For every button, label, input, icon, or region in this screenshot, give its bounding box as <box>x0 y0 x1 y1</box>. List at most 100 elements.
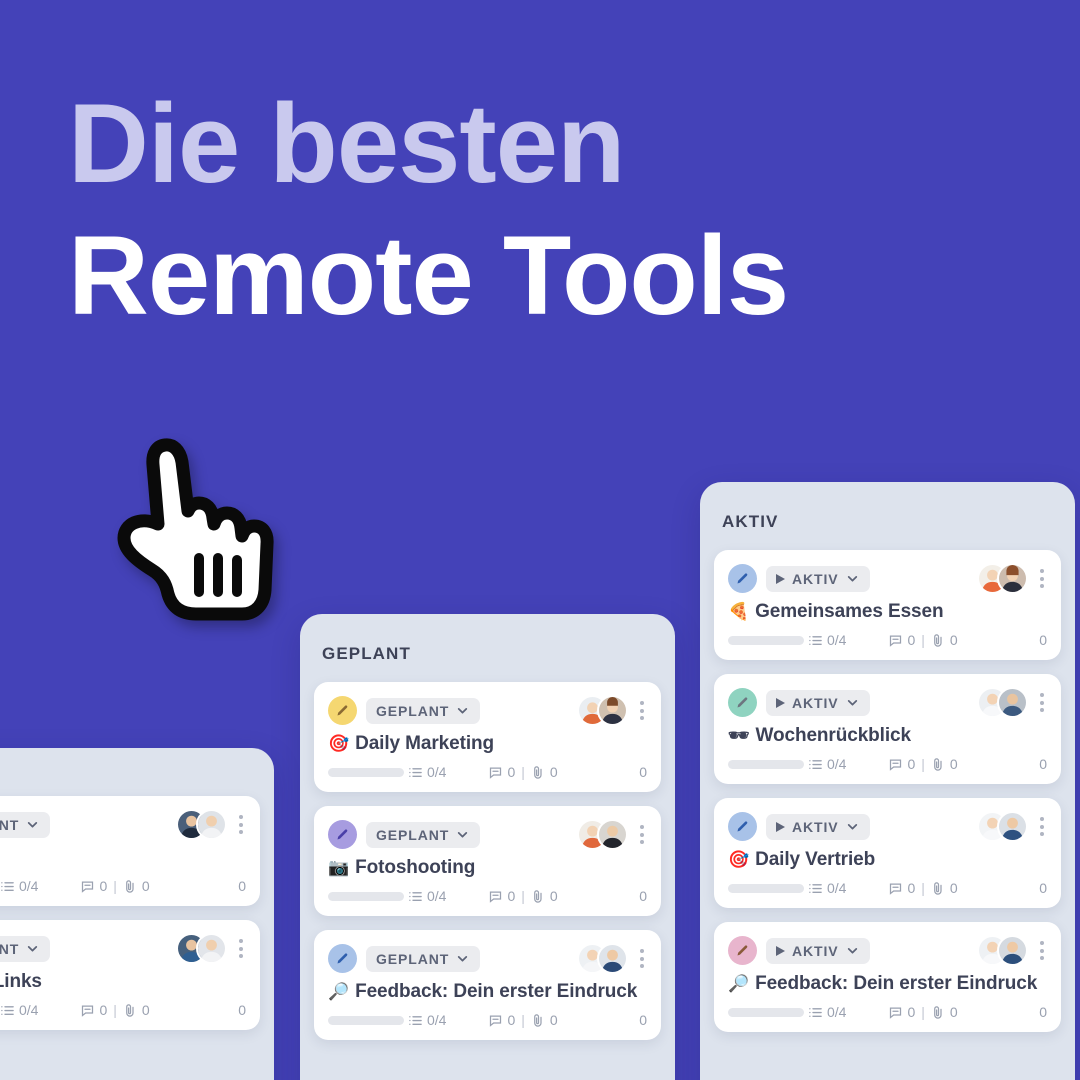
comment-meta: 0 <box>888 756 915 772</box>
link-meta: 0 <box>233 878 255 913</box>
more-options-icon[interactable] <box>637 823 647 846</box>
avatar[interactable] <box>997 811 1028 842</box>
more-options-icon[interactable] <box>1037 939 1047 962</box>
meta-separator: | <box>521 1012 525 1028</box>
card-header-right <box>977 811 1047 842</box>
status-badge[interactable]: GEPLANT <box>366 945 481 972</box>
task-card[interactable]: GEPLANT <box>314 806 661 923</box>
progress-bar <box>328 891 404 901</box>
attachment-count: 0 <box>549 764 558 780</box>
avatar[interactable] <box>997 687 1028 718</box>
checklist-meta: 0/4 <box>0 1002 38 1018</box>
status-label: AKTIV <box>792 570 839 587</box>
link-meta: 0 <box>1034 756 1056 791</box>
card-stack-aktiv: AKTIV 🍕 Gemeinsames Essen 0/4 0 | 0 0 AK… <box>700 532 1075 1060</box>
status-label: PLANT <box>0 940 20 957</box>
headline-line-2: Remote Tools <box>68 213 789 339</box>
more-options-icon[interactable] <box>637 947 647 970</box>
attachment-count: 0 <box>949 880 958 896</box>
checklist-count: 0/4 <box>827 880 847 896</box>
task-card[interactable]: GEPLANT <box>314 682 661 799</box>
assignee-avatars[interactable] <box>176 809 227 840</box>
comment-attachment-meta: 0 | 0 <box>488 764 558 780</box>
assignee-avatars[interactable] <box>577 819 628 850</box>
checklist-icon <box>408 765 423 780</box>
comment-meta: 0 <box>80 878 107 894</box>
status-label: GEPLANT <box>376 950 450 967</box>
avatar[interactable] <box>597 695 628 726</box>
status-badge[interactable]: GEPLANT <box>366 697 481 724</box>
comment-icon <box>80 879 95 894</box>
chevron-down-icon[interactable] <box>456 952 469 965</box>
paperclip-icon <box>931 881 946 896</box>
assignee-avatars[interactable] <box>577 943 628 974</box>
card-title-text: Gemeinsames Essen <box>755 601 944 622</box>
chevron-down-icon[interactable] <box>456 828 469 841</box>
pencil-icon[interactable] <box>328 820 357 849</box>
pencil-icon[interactable] <box>328 696 357 725</box>
comment-meta: 0 <box>488 764 515 780</box>
column-title-left <box>0 748 274 778</box>
link-count: 0 <box>238 1002 246 1018</box>
chevron-down-icon[interactable] <box>846 944 859 957</box>
chevron-down-icon[interactable] <box>846 820 859 833</box>
status-badge[interactable]: GEPLANT <box>366 821 481 848</box>
pencil-icon[interactable] <box>728 564 757 593</box>
more-options-icon[interactable] <box>1037 815 1047 838</box>
assignee-avatars[interactable] <box>977 563 1028 594</box>
card-emoji: 🔎 <box>328 982 350 1001</box>
board-column-aktiv[interactable]: AKTIV AKTIV 🍕 Gemeinsames Essen 0/4 0 | … <box>700 482 1075 1080</box>
attachment-meta: 0 <box>123 878 150 894</box>
card-header-right <box>577 819 647 850</box>
status-badge[interactable]: PLANT <box>0 811 51 838</box>
column-title-aktiv: AKTIV <box>722 512 779 531</box>
comment-attachment-meta: 0 | 0 <box>888 632 958 648</box>
task-card[interactable]: GEPLANT <box>314 930 661 1047</box>
more-options-icon[interactable] <box>1037 567 1047 590</box>
card-emoji: 🍕 <box>728 602 750 621</box>
status-badge[interactable]: AKTIV <box>766 813 870 840</box>
avatar[interactable] <box>196 933 227 964</box>
task-card[interactable]: AKTIV <box>714 798 1061 915</box>
status-badge[interactable]: AKTIV <box>766 937 870 964</box>
avatar[interactable] <box>997 563 1028 594</box>
more-options-icon[interactable] <box>236 937 246 960</box>
avatar[interactable] <box>597 943 628 974</box>
pencil-icon[interactable] <box>328 944 357 973</box>
chevron-down-icon[interactable] <box>26 818 39 831</box>
more-options-icon[interactable] <box>637 699 647 722</box>
chevron-down-icon[interactable] <box>846 572 859 585</box>
assignee-avatars[interactable] <box>977 935 1028 966</box>
more-options-icon[interactable] <box>236 813 246 836</box>
chevron-down-icon[interactable] <box>846 696 859 709</box>
task-card[interactable]: AKTIV <box>714 922 1061 1039</box>
card-footer: 0/4 0 | 0 0 <box>728 880 1056 915</box>
comment-icon <box>888 757 903 772</box>
assignee-avatars[interactable] <box>977 687 1028 718</box>
card-title: 📷 Fotoshooting <box>328 857 647 879</box>
assignee-avatars[interactable] <box>577 695 628 726</box>
link-count: 0 <box>238 878 246 894</box>
pencil-icon[interactable] <box>728 936 757 965</box>
status-badge[interactable]: AKTIV <box>766 689 870 716</box>
board-column-geplant[interactable]: GEPLANT GEPLANT 🎯 Daily Marketing 0/4 0 … <box>300 614 675 1080</box>
chevron-down-icon[interactable] <box>26 942 39 955</box>
task-card[interactable]: PLANT <box>0 920 260 1037</box>
avatar[interactable] <box>597 819 628 850</box>
avatar[interactable] <box>997 935 1028 966</box>
status-badge[interactable]: PLANT <box>0 935 51 962</box>
pencil-icon[interactable] <box>728 812 757 841</box>
status-badge[interactable]: AKTIV <box>766 565 870 592</box>
task-card[interactable]: PLANT <box>0 796 260 913</box>
poster-canvas: Die besten Remote Tools PLANT <box>0 0 1080 1080</box>
more-options-icon[interactable] <box>1037 691 1047 714</box>
chevron-down-icon[interactable] <box>456 704 469 717</box>
task-card[interactable]: AKTIV <box>714 674 1061 791</box>
task-card[interactable]: AKTIV <box>714 550 1061 667</box>
assignee-avatars[interactable] <box>977 811 1028 842</box>
pencil-icon[interactable] <box>728 688 757 717</box>
assignee-avatars[interactable] <box>176 933 227 964</box>
avatar[interactable] <box>196 809 227 840</box>
checklist-meta: 0/4 <box>808 880 846 896</box>
board-column-left[interactable]: PLANT <box>0 748 274 1080</box>
